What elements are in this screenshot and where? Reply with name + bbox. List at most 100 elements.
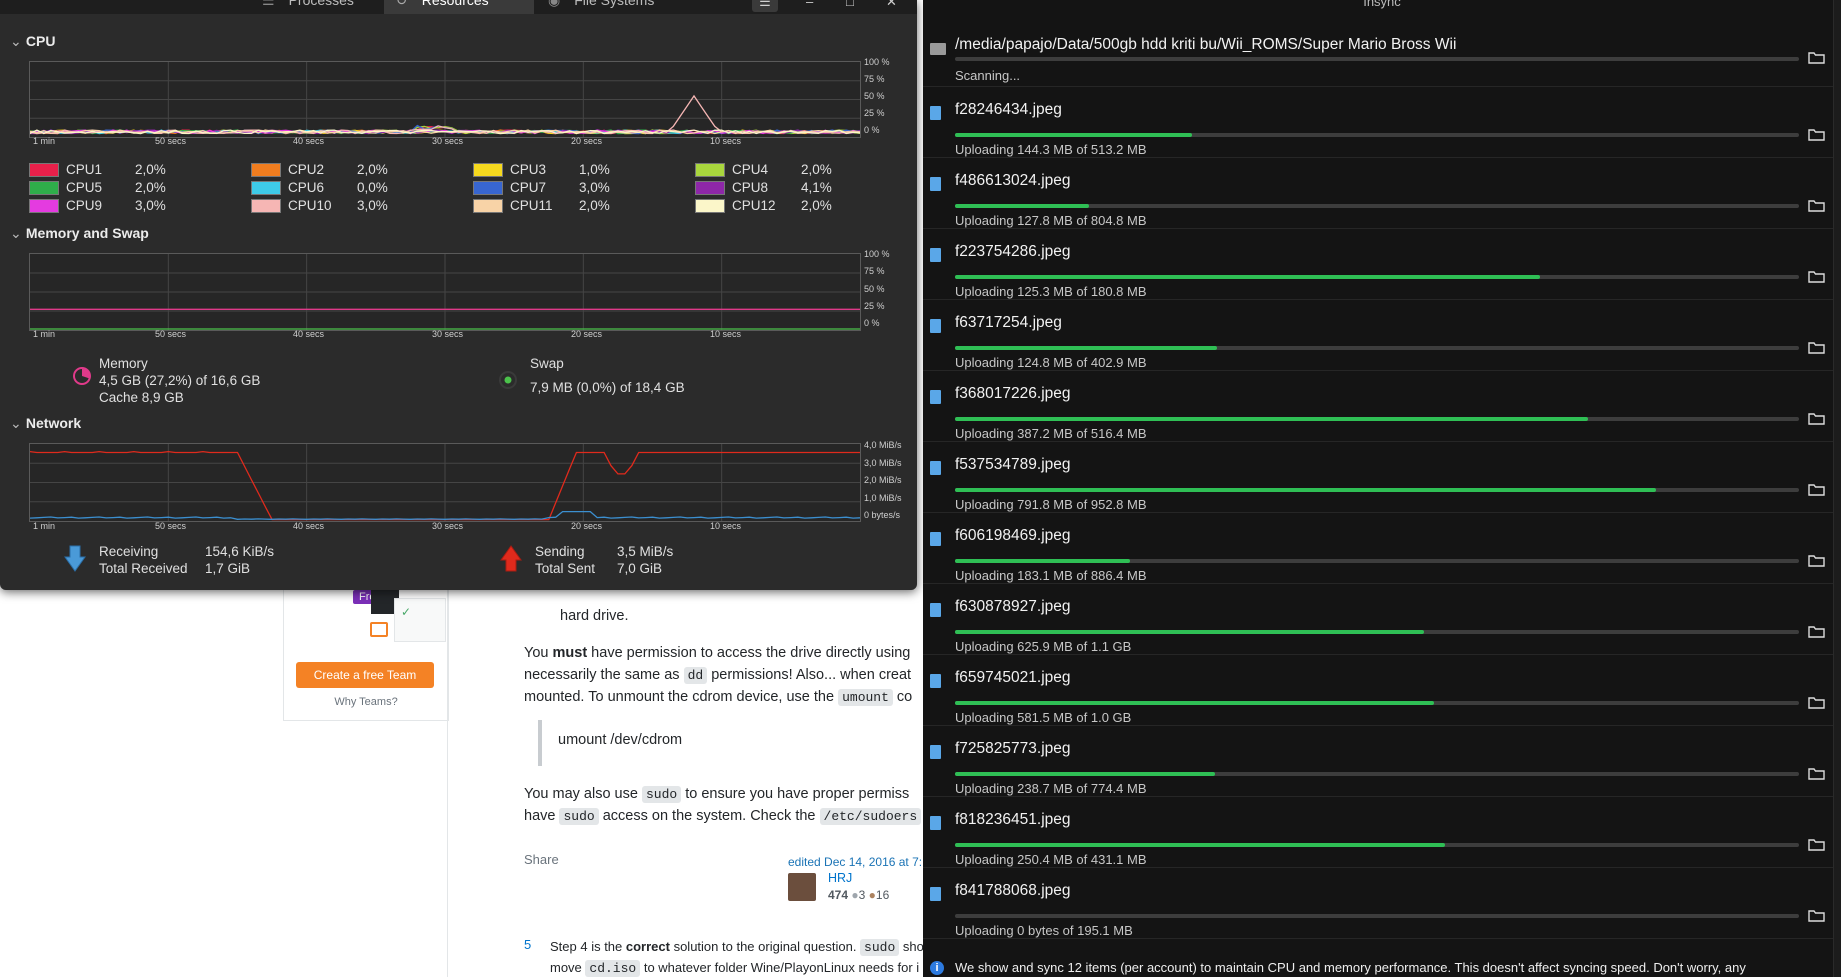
file-name: f630878927.jpeg: [955, 598, 1071, 615]
color-swatch[interactable]: [251, 181, 281, 195]
x-axis-label: 40 secs: [293, 136, 325, 146]
color-swatch[interactable]: [29, 163, 59, 177]
upload-status: Uploading 625.9 MB of 1.1 GB: [955, 639, 1132, 654]
cpu-name: CPU2: [288, 162, 325, 177]
memory-info: Memory 4,5 GB (27,2%) of 16,6 GB Cache 8…: [99, 356, 261, 405]
network-section-toggle[interactable]: ⌄ Network: [10, 415, 81, 432]
answer-vote-count: 5: [524, 937, 532, 952]
open-folder-icon[interactable]: [1808, 839, 1825, 851]
color-swatch[interactable]: [251, 163, 281, 177]
open-folder-icon[interactable]: [1808, 910, 1825, 922]
folder-scan-progress: [955, 57, 1799, 61]
open-folder-icon[interactable]: [1808, 129, 1825, 141]
open-folder-icon[interactable]: [1808, 52, 1825, 64]
upload-status: Uploading 183.1 MB of 886.4 MB: [955, 568, 1147, 583]
color-swatch[interactable]: [473, 163, 503, 177]
transfer-row[interactable]: f28246434.jpeg Uploading 144.3 MB of 513.…: [923, 86, 1833, 158]
file-icon: [930, 319, 941, 333]
close-icon[interactable]: ✕: [886, 0, 897, 10]
user-name-link[interactable]: HRJ: [828, 871, 852, 885]
color-swatch[interactable]: [473, 181, 503, 195]
create-free-team-button[interactable]: Create a free Team: [296, 662, 434, 688]
open-folder-icon[interactable]: [1808, 768, 1825, 780]
transfer-row[interactable]: f630878927.jpeg Uploading 625.9 MB of 1.1…: [923, 583, 1833, 655]
y-axis-label: 75 %: [864, 74, 885, 84]
color-swatch[interactable]: [695, 163, 725, 177]
transfer-row[interactable]: f818236451.jpeg Uploading 250.4 MB of 431…: [923, 796, 1833, 868]
tab-resources[interactable]: ↺ Resources: [384, 0, 534, 14]
open-folder-icon[interactable]: [1808, 697, 1825, 709]
color-swatch[interactable]: [29, 199, 59, 213]
x-axis-label: 10 secs: [710, 521, 742, 531]
share-link[interactable]: Share: [524, 852, 559, 867]
scrollbar[interactable]: [1833, 0, 1841, 977]
menu-icon[interactable]: ☰: [752, 0, 778, 12]
teams-illustration: Free ✓: [334, 590, 446, 642]
cpu-usage-value: 2,0%: [801, 162, 832, 177]
receiving-info: Receiving Total Received: [99, 544, 188, 576]
file-icon: [930, 106, 941, 120]
color-swatch[interactable]: [473, 199, 503, 213]
transfer-row[interactable]: f659745021.jpeg Uploading 581.5 MB of 1.0…: [923, 654, 1833, 726]
cpu-name: CPU6: [288, 180, 325, 195]
memory-history-graph: [29, 253, 861, 331]
open-folder-icon[interactable]: [1808, 555, 1825, 567]
folder-scan-row: /media/papajo/Data/500gb hdd kriti bu/Wi…: [923, 26, 1833, 87]
maximize-icon[interactable]: □: [846, 0, 854, 9]
transfer-row[interactable]: f486613024.jpeg Uploading 127.8 MB of 804…: [923, 157, 1833, 229]
file-icon: [930, 248, 941, 262]
transfer-row[interactable]: f841788068.jpeg Uploading 0 bytes of 195.…: [923, 867, 1833, 939]
upload-status: Uploading 250.4 MB of 431.1 MB: [955, 852, 1147, 867]
answer-paragraph-1: You must have permission to access the d…: [524, 645, 911, 661]
x-axis-label: 10 secs: [710, 329, 742, 339]
cpu-usage-value: 2,0%: [801, 198, 832, 213]
file-icon: [930, 532, 941, 546]
y-axis-label: 75 %: [864, 266, 885, 277]
info-icon: i: [930, 961, 944, 975]
transfer-row[interactable]: f368017226.jpeg Uploading 387.2 MB of 516…: [923, 370, 1833, 442]
y-axis-label: 25 %: [864, 300, 885, 311]
upload-progress-fill: [955, 772, 1215, 776]
file-icon: [930, 390, 941, 404]
tab-file-systems[interactable]: ◉ File Systems: [536, 0, 666, 14]
open-folder-icon[interactable]: [1808, 342, 1825, 354]
footer-notice: We show and sync 12 items (per account) …: [955, 960, 1746, 975]
avatar[interactable]: [788, 873, 816, 901]
open-folder-icon[interactable]: [1808, 484, 1825, 496]
color-swatch[interactable]: [251, 199, 281, 213]
upload-progress-bar: [955, 559, 1799, 563]
y-axis-label: 50 %: [864, 283, 885, 294]
transfer-row[interactable]: f537534789.jpeg Uploading 791.8 MB of 952…: [923, 441, 1833, 513]
sync-footer: i We show and sync 12 items (per account…: [923, 958, 1841, 977]
color-swatch[interactable]: [695, 199, 725, 213]
cpu-section-toggle[interactable]: ⌄ CPU: [10, 33, 55, 50]
open-folder-icon[interactable]: [1808, 413, 1825, 425]
upload-progress-fill: [955, 417, 1588, 421]
transfer-row[interactable]: f606198469.jpeg Uploading 183.1 MB of 886…: [923, 512, 1833, 584]
file-name: f486613024.jpeg: [955, 172, 1071, 189]
file-icon: [930, 674, 941, 688]
memory-section-toggle[interactable]: ⌄ Memory and Swap: [10, 225, 149, 242]
cpu-usage-value: 2,0%: [579, 198, 610, 213]
open-folder-icon[interactable]: [1808, 271, 1825, 283]
file-name: f841788068.jpeg: [955, 882, 1071, 899]
edited-timestamp-link[interactable]: edited Dec 14, 2016 at 7:: [788, 855, 922, 869]
upload-progress-bar: [955, 488, 1799, 492]
transfer-row[interactable]: f725825773.jpeg Uploading 238.7 MB of 774…: [923, 725, 1833, 797]
color-swatch[interactable]: [695, 181, 725, 195]
open-folder-icon[interactable]: [1808, 200, 1825, 212]
transfer-row[interactable]: f223754286.jpeg Uploading 125.3 MB of 180…: [923, 228, 1833, 300]
y-axis-label: 4,0 MiB/s: [864, 440, 902, 450]
upload-status: Uploading 144.3 MB of 513.2 MB: [955, 142, 1147, 157]
why-teams-link[interactable]: Why Teams?: [284, 696, 448, 708]
open-folder-icon[interactable]: [1808, 626, 1825, 638]
color-swatch[interactable]: [29, 181, 59, 195]
cpu-name: CPU8: [732, 180, 769, 195]
cpu-name: CPU4: [732, 162, 769, 177]
cpu-usage-value: 2,0%: [135, 180, 166, 195]
transfer-row[interactable]: f63717254.jpeg Uploading 124.8 MB of 402.…: [923, 299, 1833, 371]
tab-processes[interactable]: ☰ Processes: [250, 0, 366, 14]
file-icon: [930, 887, 941, 901]
minimize-icon[interactable]: –: [806, 0, 813, 9]
cpu-usage-value: 2,0%: [357, 162, 388, 177]
